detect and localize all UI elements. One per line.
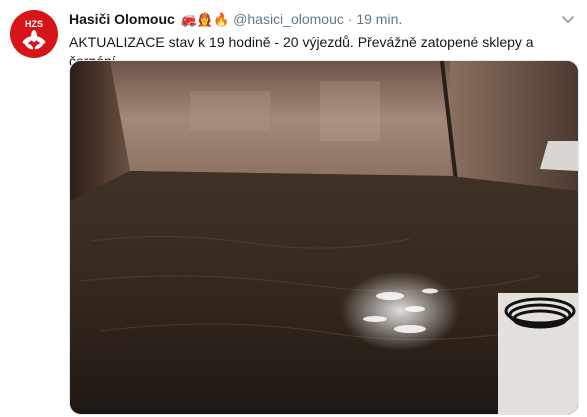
hzs-logo-icon: HZS <box>22 19 46 50</box>
author-handle[interactable]: @hasici_olomouc <box>233 11 344 27</box>
flooded-basement-image <box>70 61 578 414</box>
chevron-down-icon[interactable] <box>561 12 575 26</box>
author-name[interactable]: Hasiči Olomouc <box>69 11 175 27</box>
header-separator: · <box>347 11 353 27</box>
tweet-photo[interactable] <box>69 60 579 415</box>
author-emojis: 🚒👩‍🚒🔥 <box>180 12 230 27</box>
avatar-label: HZS <box>25 19 43 29</box>
avatar[interactable]: HZS <box>10 10 58 58</box>
tweet-header: Hasiči Olomouc 🚒👩‍🚒🔥 @hasici_olomouc · 1… <box>69 10 402 29</box>
tweet-timestamp[interactable]: 19 min. <box>356 11 402 27</box>
